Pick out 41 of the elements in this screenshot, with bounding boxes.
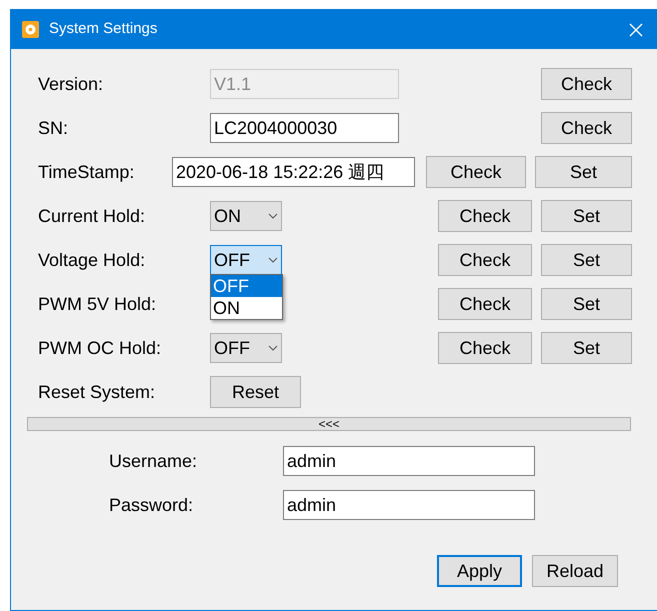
close-icon[interactable] [629, 22, 643, 36]
chevron-down-icon [268, 257, 278, 263]
dialog-button[interactable]: Reset [210, 376, 301, 408]
chevron-down-icon [268, 345, 278, 351]
dropdown-select[interactable]: OFF [210, 333, 282, 363]
collapse-bar[interactable]: <<< [27, 417, 631, 431]
dropdown-select[interactable]: OFF [210, 245, 282, 275]
text-field[interactable]: admin [283, 490, 535, 520]
field-label: PWM 5V Hold: [38, 292, 158, 316]
field-label: Version: [38, 72, 104, 96]
dialog-button[interactable]: Check [541, 68, 632, 100]
dialog-button[interactable]: Check [438, 332, 532, 364]
dialog-button[interactable]: Apply [437, 555, 522, 587]
dialog-button[interactable]: Check [438, 288, 532, 320]
dialog-button[interactable]: Check [426, 156, 526, 188]
dialog-button[interactable]: Set [541, 332, 632, 364]
text-field[interactable]: admin [283, 446, 535, 476]
dialog-button[interactable]: Check [438, 200, 532, 232]
field-label: Username: [109, 450, 198, 472]
timestamp-field[interactable]: 2020-06-18 15:22:26 週四 [172, 157, 415, 187]
dialog-button[interactable]: Reload [532, 555, 618, 587]
dialog-button[interactable]: Set [535, 156, 632, 188]
dropdown-select[interactable]: ON [210, 201, 282, 231]
field-label: Voltage Hold: [38, 248, 146, 272]
dialog-button[interactable]: Check [438, 244, 532, 276]
field-label: SN: [38, 116, 70, 140]
text-field[interactable]: LC2004000030 [210, 113, 399, 143]
dialog-button[interactable]: Set [541, 200, 632, 232]
dropdown-option[interactable]: OFF [211, 275, 282, 297]
app-icon [22, 21, 39, 38]
field-label: Current Hold: [38, 204, 146, 228]
field-label: TimeStamp: [38, 160, 136, 184]
field-label: Password: [109, 494, 194, 516]
dialog-button[interactable]: Check [541, 112, 632, 144]
dropdown-option[interactable]: ON [211, 297, 282, 319]
field-label: PWM OC Hold: [38, 336, 162, 360]
dialog-button[interactable]: Set [541, 244, 632, 276]
dialog-button[interactable]: Set [541, 288, 632, 320]
chevron-down-icon [268, 213, 278, 219]
field-label: Reset System: [38, 380, 156, 404]
window-title: System Settings [49, 19, 158, 40]
